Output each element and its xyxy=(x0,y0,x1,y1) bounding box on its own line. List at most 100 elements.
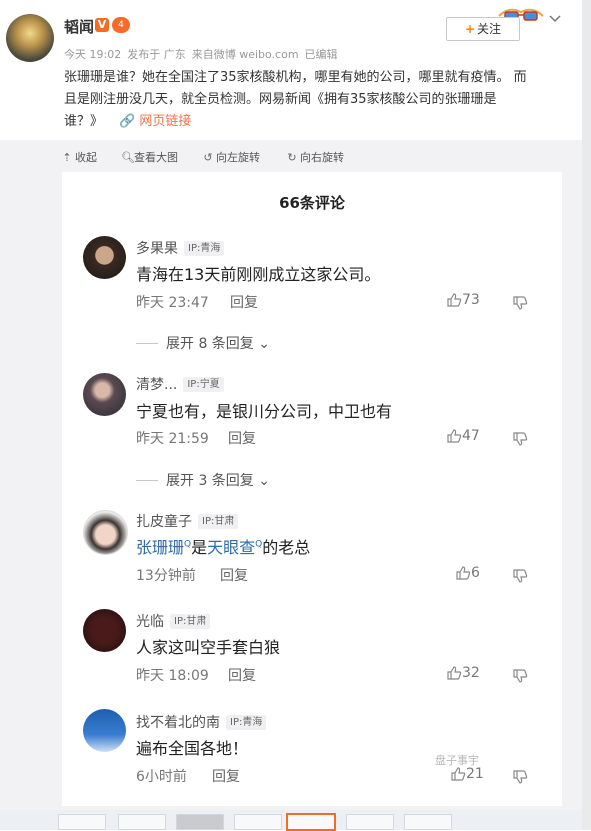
expand-replies[interactable]: 展开 8 条回复 ⌄ xyxy=(136,333,270,353)
comment-author[interactable]: 扎皮童子 IP:甘肃 xyxy=(136,511,239,531)
like-button[interactable]: 47 xyxy=(446,428,480,444)
post-text-tail: 谁？》 xyxy=(64,114,104,129)
rotate-left-button[interactable]: ↺ 向左旋转 xyxy=(203,149,260,165)
collapse-button[interactable]: ⇡ 收起 xyxy=(62,149,97,165)
comment-text-part: 的老总 xyxy=(262,538,311,557)
thumbnail[interactable] xyxy=(346,814,394,830)
comment-text: 宁夏也有，是银川分公司，中卫也有 xyxy=(136,402,393,421)
like-button[interactable]: 6 xyxy=(455,565,480,581)
divider xyxy=(136,480,158,481)
follow-button[interactable]: + 关注 xyxy=(446,17,520,41)
dislike-button[interactable] xyxy=(512,428,528,447)
divider xyxy=(136,343,158,344)
comment-author[interactable]: 光临 IP:甘肃 xyxy=(136,611,211,631)
collapse-icon: ⇡ xyxy=(62,151,72,164)
post-time[interactable]: 今天 19:02 xyxy=(64,48,121,61)
like-count: 6 xyxy=(471,565,480,581)
reply-button[interactable]: 回复 xyxy=(230,292,258,312)
follow-label: 关注 xyxy=(477,22,502,36)
thumbnail-strip xyxy=(0,810,582,831)
like-count: 21 xyxy=(466,766,484,782)
comment-author-name: 扎皮童子 xyxy=(136,514,192,530)
avatar[interactable] xyxy=(83,709,126,752)
reply-button[interactable]: 回复 xyxy=(228,428,256,448)
scrollbar[interactable] xyxy=(582,0,591,830)
comment-author-name: 找不着北的南 xyxy=(136,715,220,731)
thumbnail[interactable] xyxy=(118,814,166,830)
thumbnail[interactable] xyxy=(404,814,452,830)
thumbs-up-icon xyxy=(456,566,471,580)
avatar[interactable] xyxy=(83,609,126,652)
comment-author-name: 光临 xyxy=(136,614,164,630)
comment-author[interactable]: 找不着北的南 IP:青海 xyxy=(136,712,267,732)
verified-badge: V xyxy=(95,18,109,32)
reply-button[interactable]: 回复 xyxy=(228,665,256,685)
ip-badge: IP:甘肃 xyxy=(170,614,211,629)
search-icon: 🔍︎ xyxy=(121,151,135,164)
web-link[interactable]: 🔗 网页链接 xyxy=(119,114,191,129)
thumbnail[interactable] xyxy=(176,814,224,830)
comment-time: 13分钟前 xyxy=(136,568,196,584)
author-avatar[interactable] xyxy=(6,14,54,62)
comment-author-name: 清梦... xyxy=(136,377,178,393)
comments-screenshot[interactable]: 66条评论 多果果 IP:青海 青海在13天前刚刚成立这家公司。 昨天 23:47… xyxy=(62,172,562,806)
post-text-line: 张珊珊是谁？她在全国注了35家核酸机构，哪里有她的公司，哪里就有疫情。 而 xyxy=(64,70,527,85)
dislike-button[interactable] xyxy=(512,766,528,785)
thumbs-down-icon xyxy=(513,770,528,784)
avatar[interactable] xyxy=(83,373,126,416)
comment-text: 人家这叫空手套白狼 xyxy=(136,638,281,657)
comment-author[interactable]: 清梦... IP:宁夏 xyxy=(136,374,224,394)
expand-label: 展开 3 条回复 xyxy=(166,473,254,489)
avatar[interactable] xyxy=(83,236,126,279)
comment-text: 遍布全国各地！ xyxy=(136,739,249,758)
rotate-right-icon: ↻ xyxy=(287,151,297,164)
collapse-label: 收起 xyxy=(75,151,97,164)
post-location: 发布于 广东 xyxy=(127,48,186,61)
thumbnail-active[interactable] xyxy=(286,813,336,831)
link-icon: 🔗 xyxy=(119,114,136,129)
ip-badge: IP:甘肃 xyxy=(198,514,239,529)
comment-time: 昨天 18:09 xyxy=(136,668,209,684)
reply-button[interactable]: 回复 xyxy=(220,565,248,585)
thumbs-down-icon xyxy=(513,432,528,446)
expand-label: 展开 8 条回复 xyxy=(166,336,254,352)
reply-button[interactable]: 回复 xyxy=(212,766,240,786)
comment-time: 6小时前 xyxy=(136,769,187,785)
view-large-button[interactable]: 🔍︎查看大图 xyxy=(121,149,178,165)
ip-badge: IP:青海 xyxy=(184,241,225,256)
thumbnail[interactable] xyxy=(58,814,106,830)
comment-author[interactable]: 多果果 IP:青海 xyxy=(136,238,225,258)
comment-time: 昨天 21:59 xyxy=(136,431,209,447)
dislike-button[interactable] xyxy=(512,665,528,684)
post-text-line: 且是刚注册没几天，就全员检测。网易新闻《拥有35家核酸公司的张珊珊是 xyxy=(64,92,497,107)
dislike-button[interactable] xyxy=(512,292,528,311)
author-name[interactable]: 韬闻 xyxy=(64,16,94,37)
avatar[interactable] xyxy=(83,510,128,555)
plus-icon: + xyxy=(464,22,476,36)
comment-text: 青海在13天前刚刚成立这家公司。 xyxy=(136,265,381,284)
rotate-left-label: 向左旋转 xyxy=(216,151,260,164)
post-text-line: 谁？》 🔗 网页链接 xyxy=(64,111,564,133)
thumbs-up-icon xyxy=(447,666,462,680)
expand-replies[interactable]: 展开 3 条回复 ⌄ xyxy=(136,470,270,490)
like-button[interactable]: 21 xyxy=(450,766,484,782)
search-link[interactable]: 张珊珊 xyxy=(136,538,184,557)
search-link[interactable]: 天眼查 xyxy=(207,538,255,557)
post-source[interactable]: 来自微博 weibo.com xyxy=(192,48,299,61)
post-text: 张珊珊是谁？她在全国注了35家核酸机构，哪里有她的公司，哪里就有疫情。 而 且是… xyxy=(64,67,564,133)
rotate-right-button[interactable]: ↻ 向右旋转 xyxy=(287,149,344,165)
comment-text-part: 是 xyxy=(191,538,208,557)
web-link-label: 网页链接 xyxy=(139,114,192,129)
chevron-down-icon[interactable] xyxy=(548,12,562,26)
edited-label: 已编辑 xyxy=(304,48,338,61)
ip-badge: IP:青海 xyxy=(226,715,267,730)
dislike-button[interactable] xyxy=(512,565,528,584)
chevron-down-icon: ⌄ xyxy=(253,336,270,352)
thumbnail[interactable] xyxy=(234,814,282,830)
like-button[interactable]: 32 xyxy=(446,665,480,681)
chevron-down-icon: ⌄ xyxy=(253,473,270,489)
level-badge: 4 xyxy=(112,17,130,33)
rotate-left-icon: ↺ xyxy=(203,151,213,164)
like-count: 32 xyxy=(462,665,480,681)
like-button[interactable]: 73 xyxy=(446,292,480,308)
